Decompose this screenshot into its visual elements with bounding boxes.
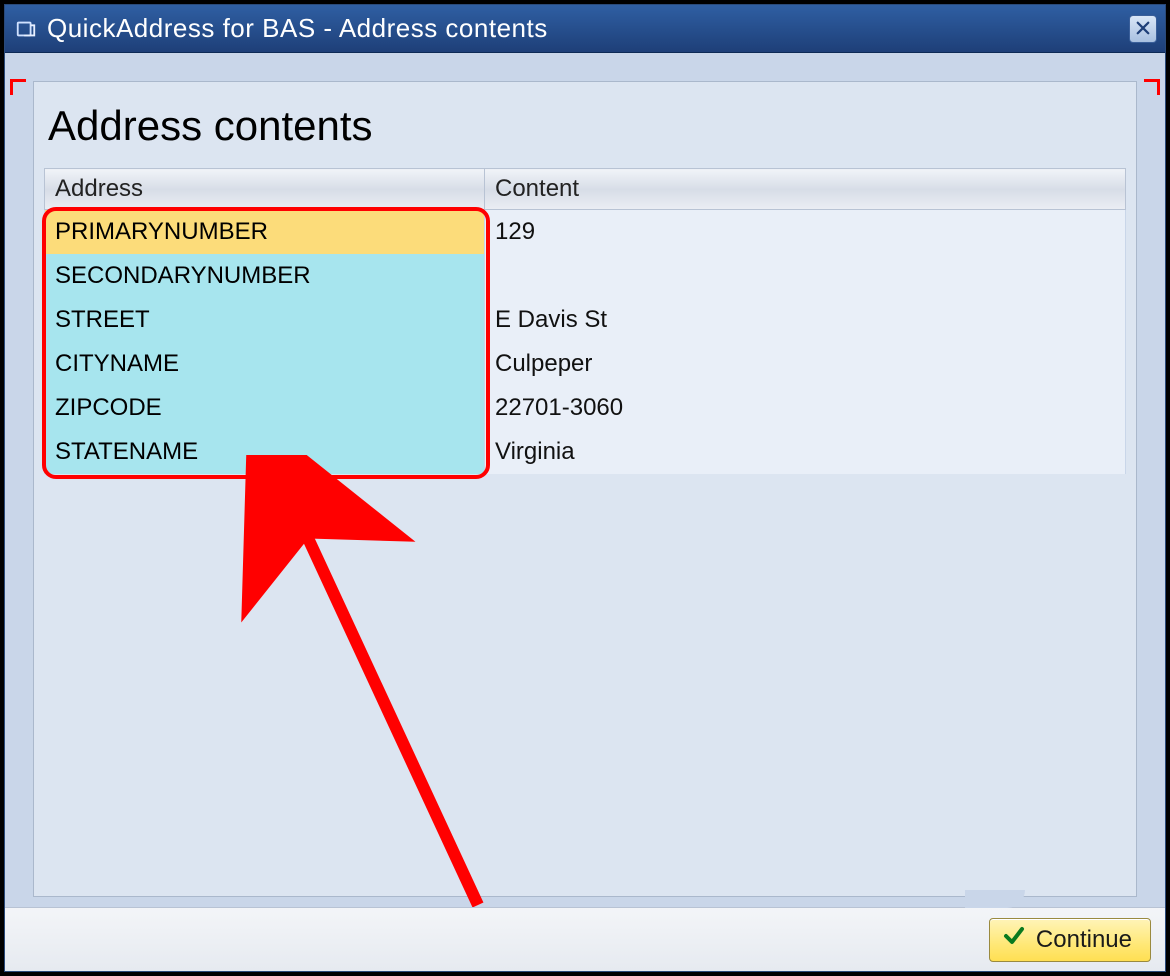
address-value-cell[interactable] — [485, 254, 1126, 298]
table-row[interactable]: SECONDARYNUMBER — [45, 254, 1126, 298]
address-field-cell[interactable]: PRIMARYNUMBER — [45, 210, 485, 254]
continue-button[interactable]: Continue — [989, 918, 1151, 962]
address-field-cell[interactable]: STATENAME — [45, 430, 485, 474]
annotation-corner — [10, 79, 26, 95]
address-value-cell[interactable]: Culpeper — [485, 342, 1126, 386]
page-heading: Address contents — [48, 102, 1126, 150]
address-value-cell[interactable]: 22701-3060 — [485, 386, 1126, 430]
annotation-corner — [1144, 79, 1160, 95]
table-row[interactable]: ZIPCODE22701-3060 — [45, 386, 1126, 430]
address-table: Address Content PRIMARYNUMBER129SECONDAR… — [44, 168, 1126, 474]
continue-label: Continue — [1036, 926, 1132, 954]
table-row[interactable]: STATENAMEVirginia — [45, 430, 1126, 474]
col-header-address[interactable]: Address — [45, 169, 485, 210]
close-button[interactable] — [1129, 15, 1157, 43]
table-row[interactable]: STREETE Davis St — [45, 298, 1126, 342]
title-bar: QuickAddress for BAS - Address contents — [5, 5, 1165, 53]
dialog-footer: Continue — [5, 907, 1165, 971]
address-value-cell[interactable]: Virginia — [485, 430, 1126, 474]
address-field-cell[interactable]: CITYNAME — [45, 342, 485, 386]
address-value-cell[interactable]: 129 — [485, 210, 1126, 254]
address-field-cell[interactable]: SECONDARYNUMBER — [45, 254, 485, 298]
close-icon — [1134, 13, 1152, 44]
content-panel: Address contents Address Content PRIMARY… — [33, 81, 1137, 897]
window-title: QuickAddress for BAS - Address contents — [47, 13, 1129, 44]
table-header-row: Address Content — [45, 169, 1126, 210]
window-icon — [15, 18, 37, 40]
address-value-cell[interactable]: E Davis St — [485, 298, 1126, 342]
col-header-content[interactable]: Content — [485, 169, 1126, 210]
check-icon — [1002, 924, 1026, 955]
address-field-cell[interactable]: ZIPCODE — [45, 386, 485, 430]
dialog-body: Address contents Address Content PRIMARY… — [5, 53, 1165, 971]
annotation-arrow — [228, 455, 528, 955]
table-row[interactable]: PRIMARYNUMBER129 — [45, 210, 1126, 254]
dialog-window: QuickAddress for BAS - Address contents … — [4, 4, 1166, 972]
table-row[interactable]: CITYNAMECulpeper — [45, 342, 1126, 386]
address-field-cell[interactable]: STREET — [45, 298, 485, 342]
